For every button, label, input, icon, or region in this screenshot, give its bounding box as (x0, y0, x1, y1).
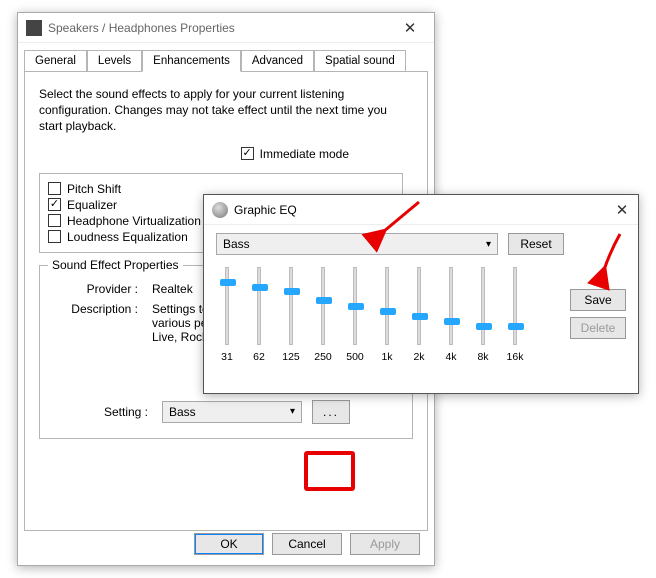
chevron-down-icon: ▾ (290, 406, 295, 417)
eq-slider-16k[interactable]: 16k (504, 267, 526, 363)
delete-button[interactable]: Delete (570, 317, 626, 339)
eq-slider-125[interactable]: 125 (280, 267, 302, 363)
reset-button[interactable]: Reset (508, 233, 564, 255)
annotation-arrow-eq-title (375, 198, 423, 242)
eq-slider-track[interactable] (225, 267, 229, 345)
eq-slider-track[interactable] (481, 267, 485, 345)
dialog-buttons: OK Cancel Apply (194, 533, 420, 555)
eq-slider-freq-label: 125 (282, 351, 300, 363)
cancel-button[interactable]: Cancel (272, 533, 342, 555)
tab-strip: General Levels Enhancements Advanced Spa… (24, 50, 428, 72)
eq-preset-select[interactable]: Bass ▾ (216, 233, 498, 255)
eq-slider-thumb[interactable] (316, 297, 332, 304)
titlebar: Speakers / Headphones Properties ✕ (18, 13, 434, 43)
annotation-highlight-more-button (304, 451, 355, 491)
eq-slider-thumb[interactable] (444, 318, 460, 325)
eq-slider-1k[interactable]: 1k (376, 267, 398, 363)
speaker-icon (26, 20, 42, 36)
eq-slider-track[interactable] (321, 267, 325, 345)
eq-slider-freq-label: 62 (253, 351, 265, 363)
tab-enhancements[interactable]: Enhancements (142, 50, 241, 72)
eq-slider-freq-label: 1k (381, 351, 392, 363)
ok-button[interactable]: OK (194, 533, 264, 555)
eq-slider-row: 31 62 125 250 500 1k 2k 4k 8k 16k (216, 267, 548, 363)
effect-checkbox-pitch-shift[interactable] (48, 182, 61, 195)
eq-slider-thumb[interactable] (252, 284, 268, 291)
chevron-down-icon: ▾ (486, 239, 491, 250)
eq-slider-track[interactable] (385, 267, 389, 345)
tab-levels[interactable]: Levels (87, 50, 142, 72)
effect-label: Headphone Virtualization (67, 214, 201, 228)
tab-spatial-sound[interactable]: Spatial sound (314, 50, 406, 72)
eq-slider-track[interactable] (449, 267, 453, 345)
setting-value: Bass (169, 405, 196, 419)
tab-advanced[interactable]: Advanced (241, 50, 314, 72)
window-title: Speakers / Headphones Properties (48, 21, 390, 35)
description-label: Description : (52, 302, 138, 344)
eq-slider-freq-label: 2k (413, 351, 424, 363)
eq-slider-500[interactable]: 500 (344, 267, 366, 363)
eq-slider-62[interactable]: 62 (248, 267, 270, 363)
eq-slider-track[interactable] (353, 267, 357, 345)
eq-slider-thumb[interactable] (412, 313, 428, 320)
setting-label: Setting : (88, 405, 148, 419)
provider-value: Realtek (152, 282, 193, 296)
provider-label: Provider : (52, 282, 138, 296)
eq-slider-thumb[interactable] (284, 288, 300, 295)
eq-slider-track[interactable] (257, 267, 261, 345)
eq-preset-value: Bass (223, 237, 250, 251)
eq-slider-250[interactable]: 250 (312, 267, 334, 363)
eq-slider-4k[interactable]: 4k (440, 267, 462, 363)
effect-label: Equalizer (67, 198, 117, 212)
more-button-label: ... (323, 405, 339, 419)
close-icon[interactable]: ✕ (390, 19, 430, 37)
close-icon[interactable]: ✕ (610, 201, 634, 219)
eq-app-icon (212, 202, 228, 218)
eq-slider-freq-label: 8k (477, 351, 488, 363)
group-title: Sound Effect Properties (48, 258, 183, 272)
effect-checkbox-headphone-virtualization[interactable] (48, 214, 61, 227)
intro-text: Select the sound effects to apply for yo… (39, 86, 413, 135)
immediate-mode-label: Immediate mode (260, 147, 349, 161)
eq-slider-freq-label: 500 (346, 351, 364, 363)
eq-slider-freq-label: 31 (221, 351, 233, 363)
eq-slider-thumb[interactable] (348, 303, 364, 310)
eq-slider-freq-label: 16k (507, 351, 524, 363)
eq-slider-8k[interactable]: 8k (472, 267, 494, 363)
setting-select[interactable]: Bass ▾ (162, 401, 302, 423)
eq-slider-track[interactable] (513, 267, 517, 345)
effect-label: Pitch Shift (67, 182, 121, 196)
eq-slider-31[interactable]: 31 (216, 267, 238, 363)
annotation-arrow-save (590, 232, 632, 276)
effect-checkbox-equalizer[interactable] (48, 198, 61, 211)
tab-general[interactable]: General (24, 50, 87, 72)
immediate-mode-checkbox[interactable] (241, 147, 254, 160)
eq-slider-track[interactable] (289, 267, 293, 345)
eq-slider-thumb[interactable] (508, 323, 524, 330)
effect-label: Loudness Equalization (67, 230, 188, 244)
eq-slider-track[interactable] (417, 267, 421, 345)
save-button[interactable]: Save (570, 289, 626, 311)
effect-checkbox-loudness-equalization[interactable] (48, 230, 61, 243)
apply-button: Apply (350, 533, 420, 555)
eq-slider-thumb[interactable] (380, 308, 396, 315)
eq-slider-thumb[interactable] (476, 323, 492, 330)
eq-slider-2k[interactable]: 2k (408, 267, 430, 363)
eq-slider-thumb[interactable] (220, 279, 236, 286)
setting-more-button[interactable]: ... (312, 400, 350, 424)
eq-slider-freq-label: 250 (314, 351, 332, 363)
eq-slider-freq-label: 4k (445, 351, 456, 363)
